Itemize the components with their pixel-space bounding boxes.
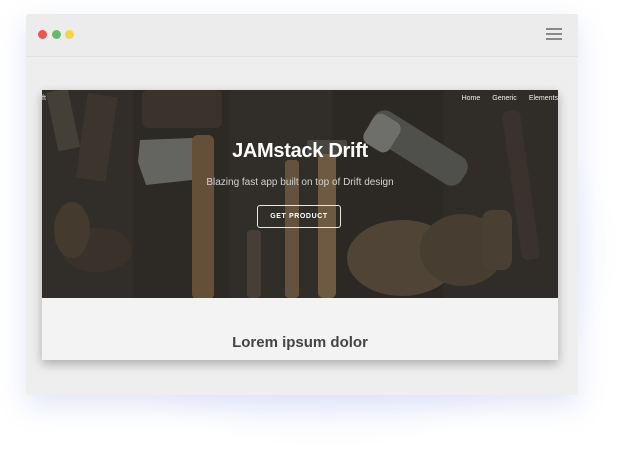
hero-subtitle: Blazing fast app built on top of Drift d… bbox=[206, 177, 394, 188]
maximize-dot-icon[interactable] bbox=[65, 30, 74, 39]
top-nav: Home Generic Elements bbox=[462, 95, 558, 102]
hamburger-icon[interactable] bbox=[546, 28, 562, 40]
nav-item-home[interactable]: Home bbox=[462, 95, 481, 102]
browser-titlebar bbox=[26, 14, 578, 57]
tools-background-image bbox=[42, 90, 558, 298]
nav-item-elements[interactable]: Elements bbox=[529, 95, 558, 102]
browser-window: ft Home Generic Elements JAMstack Drift … bbox=[26, 14, 578, 395]
minimize-dot-icon[interactable] bbox=[52, 30, 61, 39]
hero-title: JAMstack Drift bbox=[232, 140, 368, 162]
get-product-button[interactable]: GET PRODUCT bbox=[257, 205, 341, 228]
website-preview: ft Home Generic Elements JAMstack Drift … bbox=[42, 90, 558, 360]
hero-banner: ft Home Generic Elements JAMstack Drift … bbox=[42, 90, 558, 298]
close-dot-icon[interactable] bbox=[38, 30, 47, 39]
nav-item-generic[interactable]: Generic bbox=[492, 95, 517, 102]
nav-item-partial[interactable]: ft bbox=[42, 95, 46, 102]
section-title: Lorem ipsum dolor bbox=[232, 334, 368, 351]
